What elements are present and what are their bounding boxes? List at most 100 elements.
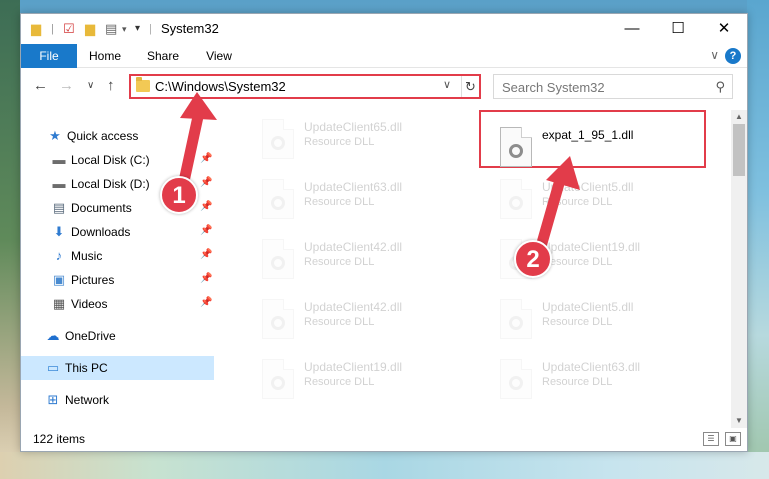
ribbon-collapse-icon[interactable]: ∨ [710, 48, 719, 62]
sidebar-item-this-pc[interactable]: ▭ This PC [21, 356, 214, 380]
properties-icon[interactable]: ☑ [63, 21, 75, 37]
gear-icon [509, 316, 523, 330]
quick-access-toolbar-dropdown-icon[interactable]: ▾ [135, 21, 140, 37]
address-bar[interactable]: C:\Windows\System32 ∨ ↻ [129, 74, 481, 99]
back-button[interactable]: ← [33, 77, 48, 95]
dll-file-icon [262, 119, 294, 159]
navigation-pane: ★ Quick access ▬ Local Disk (C:) 📌 ▬ Local Dis… [21, 110, 214, 428]
sidebar-item-music[interactable]: ♪ Music 📌 [21, 244, 214, 268]
drive-icon: ▬ [52, 176, 66, 191]
gear-icon [271, 256, 285, 270]
dll-file-icon [262, 299, 294, 339]
step-badge-1: 1 [160, 176, 198, 214]
file-item[interactable]: UpdateClient63.dll Resource DLL [494, 356, 714, 412]
scroll-up-icon[interactable]: ▲ [731, 110, 747, 124]
file-name: UpdateClient65.dll [304, 120, 403, 134]
file-type: Resource DLL [304, 136, 375, 148]
sidebar-item-local-disk-c[interactable]: ▬ Local Disk (C:) 📌 [21, 148, 214, 172]
file-name: UpdateClient42.dll [304, 300, 403, 314]
dll-file-icon [500, 127, 532, 167]
details-view-icon[interactable]: ☰ [703, 432, 719, 446]
sidebar-item-network[interactable]: ⊞ Network [21, 388, 214, 412]
tab-file[interactable]: File [21, 44, 77, 68]
pin-icon[interactable]: 📌 [200, 225, 212, 236]
vertical-scrollbar[interactable]: ▲ ▼ [731, 110, 747, 428]
file-item[interactable]: UpdateClient19.dll Resource DLL [256, 356, 476, 412]
sidebar-item-videos[interactable]: ▦ Videos 📌 [21, 292, 214, 316]
gear-icon [509, 144, 523, 158]
separator-icon: | [149, 23, 152, 35]
forward-button[interactable]: → [59, 77, 74, 95]
search-box[interactable]: Search System32 ⚲ [493, 74, 733, 99]
sidebar-item-label: This PC [65, 361, 108, 375]
folder-icon [136, 77, 150, 92]
chevron-down-icon[interactable]: ▾ [122, 21, 127, 37]
folder-icon: ▆ [31, 21, 41, 36]
file-explorer-window: ▆ | ☑ ▆ ▤ ▾ ▾ | System32 — ☐ ✕ File Home… [20, 13, 748, 452]
pin-icon[interactable]: 📌 [200, 177, 212, 188]
address-path[interactable]: C:\Windows\System32 [155, 79, 286, 94]
scroll-thumb[interactable] [733, 124, 745, 176]
file-item[interactable]: UpdateClient65.dll Resource DLL [256, 116, 476, 172]
file-type: Resource DLL [304, 256, 375, 268]
recent-locations-button[interactable]: ∨ [87, 77, 94, 95]
star-icon: ★ [49, 128, 61, 143]
pin-icon[interactable]: 📌 [200, 153, 212, 164]
help-icon[interactable]: ? [725, 48, 741, 64]
file-item[interactable]: UpdateClient5.dll Resource DLL [494, 296, 714, 352]
sidebar-item-label: Downloads [71, 225, 131, 239]
pin-icon[interactable]: 📌 [200, 249, 212, 260]
customize-icon[interactable]: ▤ [105, 21, 117, 37]
sidebar-item-label: Local Disk (D:) [71, 177, 150, 191]
documents-icon: ▤ [52, 200, 66, 215]
search-input[interactable]: Search System32 [502, 80, 605, 95]
scroll-down-icon[interactable]: ▼ [731, 414, 747, 428]
file-name: UpdateClient42.dll [304, 240, 403, 254]
tab-share[interactable]: Share [139, 44, 187, 68]
target-dll-file[interactable]: expat_1_95_1.dll [494, 124, 714, 180]
sidebar-item-label: Local Disk (C:) [71, 153, 150, 167]
dll-file-icon [262, 359, 294, 399]
drive-icon: ▬ [52, 152, 66, 167]
gear-icon [271, 136, 285, 150]
cloud-icon: ☁ [46, 328, 60, 343]
file-item[interactable]: UpdateClient63.dll Resource DLL [256, 176, 476, 232]
pin-icon[interactable]: 📌 [200, 201, 212, 212]
file-type: Resource DLL [542, 376, 613, 388]
dll-file-icon [262, 239, 294, 279]
gear-icon [509, 196, 523, 210]
sidebar-item-onedrive[interactable]: ☁ OneDrive [21, 324, 214, 348]
sidebar-item-quick-access[interactable]: ★ Quick access [21, 124, 214, 148]
search-icon[interactable]: ⚲ [715, 79, 725, 95]
navigation-bar: ← → ∨ ↑ C:\Windows\System32 ∨ ↻ Search S… [21, 68, 747, 104]
videos-icon: ▦ [52, 296, 66, 311]
file-item[interactable]: UpdateClient5.dll Resource DLL [494, 176, 714, 232]
sidebar-item-pictures[interactable]: ▣ Pictures 📌 [21, 268, 214, 292]
file-name: UpdateClient19.dll [304, 360, 403, 374]
refresh-button[interactable]: ↻ [461, 76, 479, 97]
file-item[interactable]: UpdateClient42.dll Resource DLL [256, 236, 476, 292]
computer-icon: ▭ [46, 360, 60, 375]
sidebar-item-label: Quick access [67, 129, 139, 143]
network-icon: ⊞ [47, 392, 59, 407]
large-icons-view-icon[interactable]: ▣ [725, 432, 741, 446]
gear-icon [271, 316, 285, 330]
pin-icon[interactable]: 📌 [200, 273, 212, 284]
ribbon-tabs: File Home Share View ∨ ? [21, 44, 747, 68]
close-button[interactable]: ✕ [701, 14, 747, 44]
up-button[interactable]: ↑ [107, 77, 115, 95]
sidebar-item-downloads[interactable]: ⬇ Downloads 📌 [21, 220, 214, 244]
file-item[interactable]: UpdateClient42.dll Resource DLL [256, 296, 476, 352]
address-dropdown-icon[interactable]: ∨ [443, 78, 451, 91]
maximize-button[interactable]: ☐ [655, 14, 701, 44]
file-name: UpdateClient63.dll [542, 360, 641, 374]
pin-icon[interactable]: 📌 [200, 297, 212, 308]
minimize-button[interactable]: — [609, 14, 655, 44]
tab-view[interactable]: View [197, 44, 241, 68]
new-folder-icon[interactable]: ▆ [85, 21, 95, 37]
sidebar-item-label: Videos [71, 297, 108, 311]
tab-home[interactable]: Home [81, 44, 129, 68]
file-name: UpdateClient19.dll [542, 240, 641, 254]
gear-icon [271, 196, 285, 210]
desktop-background-right [747, 0, 769, 479]
